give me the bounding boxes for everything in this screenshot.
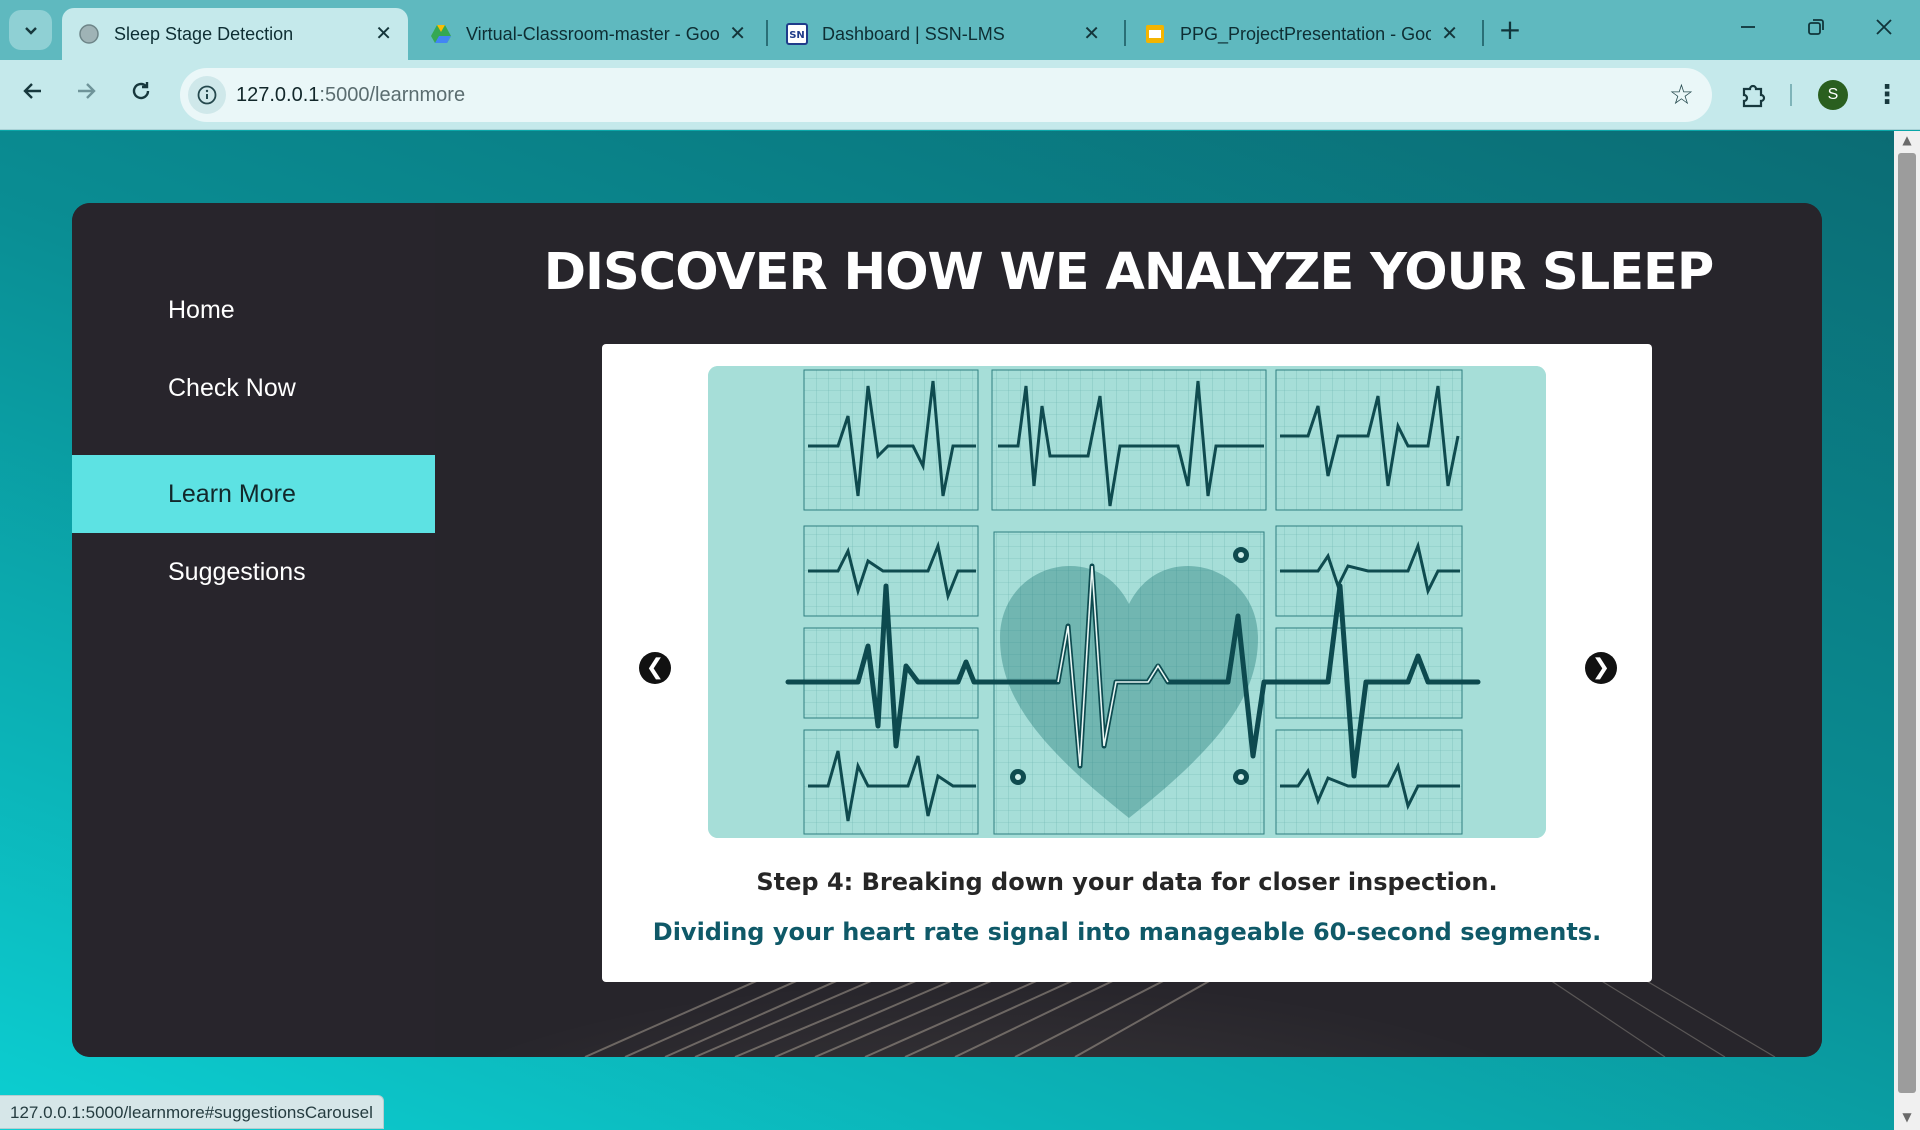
browser-toolbar: 127.0.0.1:5000/learnmore ☆ S ⋮: [0, 60, 1920, 130]
chevron-down-icon: [24, 27, 37, 35]
learn-more-carousel: ❮ ❯ Step 4: Breaking down your data for …: [602, 344, 1652, 982]
sidebar: Home Check Now Learn More Suggestions: [72, 203, 435, 1057]
sidebar-item-check-now[interactable]: Check Now: [72, 349, 435, 427]
forward-button[interactable]: [69, 78, 103, 112]
tab-ssn-lms[interactable]: SN Dashboard | SSN-LMS ✕: [770, 8, 1116, 60]
restore-icon: [1808, 19, 1824, 35]
carousel-next-button[interactable]: ❯: [1585, 652, 1617, 684]
tab-google-drive[interactable]: Virtual-Classroom-master - Google Drive …: [414, 8, 762, 60]
site-info-button[interactable]: [188, 76, 226, 114]
ssn-icon: SN: [786, 23, 808, 45]
close-icon[interactable]: ✕: [1441, 24, 1458, 44]
close-icon: [1876, 19, 1892, 35]
tab-title: Dashboard | SSN-LMS: [822, 23, 1005, 44]
heart-ecg-illustration: [708, 366, 1546, 838]
step-description: Dividing your heart rate signal into man…: [652, 918, 1602, 946]
url-host: 127.0.0.1: [236, 84, 320, 106]
toolbar-separator: [1790, 84, 1792, 106]
tab-google-slides[interactable]: PPG_ProjectPresentation - Google Slides …: [1128, 8, 1474, 60]
minimize-button[interactable]: [1730, 14, 1766, 46]
page-title: DISCOVER HOW WE ANALYZE YOUR SLEEP: [543, 243, 1715, 302]
tab-title: Virtual-Classroom-master - Google Drive: [466, 23, 720, 44]
ecg-heart-image: [708, 366, 1546, 838]
arrow-left-icon: [23, 83, 41, 99]
step-title: Step 4: Breaking down your data for clos…: [756, 868, 1498, 896]
google-slides-icon: [1146, 25, 1164, 43]
close-window-button[interactable]: [1866, 14, 1902, 46]
browser-menu-icon[interactable]: ⋮: [1874, 78, 1900, 112]
restore-button[interactable]: [1798, 14, 1834, 46]
tab-search-button[interactable]: [9, 10, 52, 50]
minimize-icon: [1741, 26, 1755, 28]
google-drive-icon: [431, 25, 451, 43]
vertical-scrollbar[interactable]: ▲ ▼: [1894, 131, 1920, 1130]
globe-icon: [79, 24, 99, 44]
sidebar-item-home[interactable]: Home: [72, 271, 435, 349]
link-status-bar: 127.0.0.1:5000/learnmore#suggestionsCaro…: [0, 1095, 384, 1129]
browser-tab-bar: Sleep Stage Detection ✕ Virtual-Classroo…: [0, 0, 1920, 60]
bookmark-star-icon[interactable]: ☆: [1669, 78, 1694, 112]
app-card: Home Check Now Learn More Suggestions DI…: [72, 203, 1822, 1057]
page-viewport: Home Check Now Learn More Suggestions DI…: [0, 131, 1894, 1130]
back-button[interactable]: [16, 78, 50, 112]
info-icon: [197, 85, 217, 105]
sidebar-item-suggestions[interactable]: Suggestions: [72, 533, 435, 611]
main-content: DISCOVER HOW WE ANALYZE YOUR SLEEP ❮ ❯ S…: [435, 203, 1822, 1057]
tab-title: Sleep Stage Detection: [114, 23, 294, 44]
address-bar[interactable]: 127.0.0.1:5000/learnmore ☆: [180, 68, 1712, 122]
url-text[interactable]: 127.0.0.1:5000/learnmore: [236, 68, 465, 122]
reload-icon: [132, 82, 150, 100]
tab-sleep-stage-detection[interactable]: Sleep Stage Detection ✕: [62, 8, 408, 60]
scroll-up-arrow-icon[interactable]: ▲: [1894, 133, 1920, 151]
scrollbar-thumb[interactable]: [1898, 153, 1916, 1093]
close-icon[interactable]: ✕: [1083, 24, 1100, 44]
tab-separator: [766, 20, 768, 46]
tab-separator: [1482, 20, 1484, 46]
carousel-prev-button[interactable]: ❮: [639, 652, 671, 684]
close-icon[interactable]: ✕: [729, 24, 746, 44]
profile-avatar[interactable]: S: [1818, 80, 1848, 110]
svg-text:SN: SN: [789, 30, 805, 41]
url-path: :5000/learnmore: [319, 84, 466, 106]
sidebar-item-learn-more[interactable]: Learn More: [72, 455, 435, 533]
tab-separator: [1124, 20, 1126, 46]
extensions-puzzle-icon[interactable]: [1738, 80, 1768, 110]
scroll-down-arrow-icon[interactable]: ▼: [1894, 1110, 1920, 1128]
new-tab-button[interactable]: +: [1494, 14, 1526, 46]
arrow-right-icon: [78, 83, 96, 99]
close-icon[interactable]: ✕: [375, 24, 392, 44]
tab-title: PPG_ProjectPresentation - Google Slides: [1180, 23, 1432, 44]
reload-button[interactable]: [124, 78, 158, 112]
